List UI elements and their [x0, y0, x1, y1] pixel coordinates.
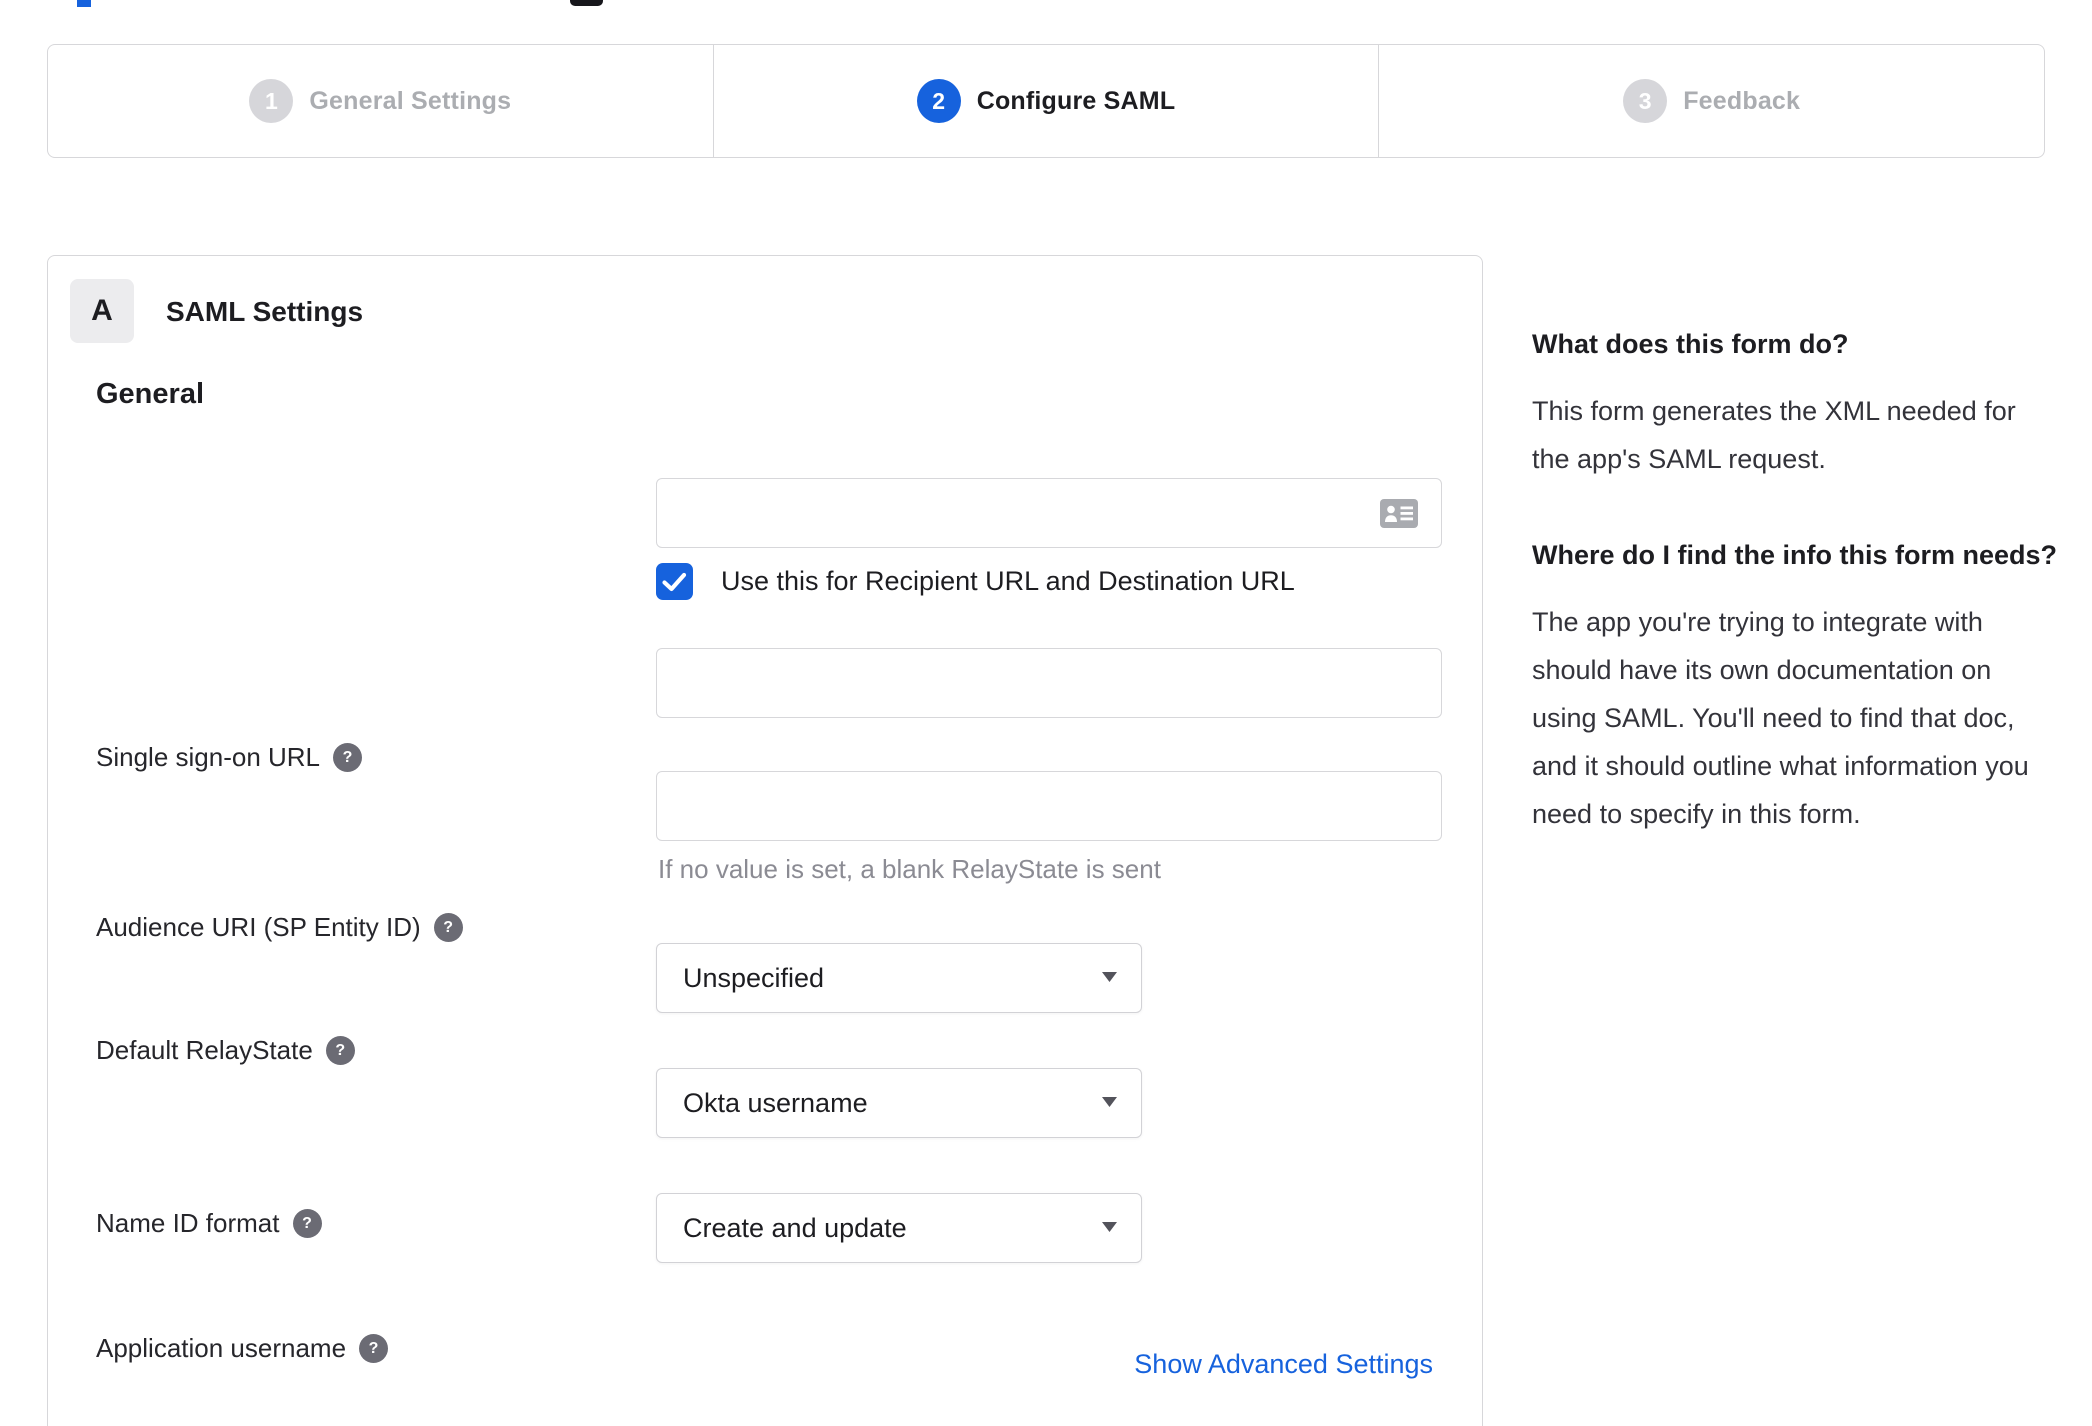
- help-heading-where: Where do I find the info this form needs…: [1532, 540, 2057, 570]
- chevron-down-icon: [1102, 1219, 1117, 1237]
- app-username-value: Okta username: [683, 1087, 868, 1118]
- recipient-url-checkbox-row: Use this for Recipient URL and Destinati…: [656, 563, 1295, 600]
- wizard-stepper: 1 General Settings 2 Configure SAML 3 Fe…: [47, 44, 2045, 158]
- saml-settings-panel: A SAML Settings General Single sign-on U…: [47, 255, 1483, 1426]
- step-feedback[interactable]: 3 Feedback: [1378, 45, 2044, 157]
- name-id-format-value: Unspecified: [683, 962, 825, 993]
- configure-saml-page: 1 General Settings 2 Configure SAML 3 Fe…: [0, 0, 2092, 1426]
- cutoff-app-logo: [570, 0, 603, 6]
- sso-url-label-text: Single sign-on URL: [96, 742, 321, 772]
- help-sidebar: What does this form do? This form genera…: [1532, 322, 2060, 838]
- step-2-circle: 2: [916, 79, 961, 123]
- app-username-label: Application username ?: [96, 1333, 389, 1364]
- chevron-down-icon: [1102, 969, 1117, 987]
- panel-title: SAML Settings: [166, 296, 364, 327]
- help-section-what: What does this form do? This form genera…: [1532, 322, 2060, 483]
- step-general-settings[interactable]: 1 General Settings: [48, 45, 713, 157]
- help-icon[interactable]: ?: [359, 1334, 389, 1363]
- recipient-url-checkbox-label: Use this for Recipient URL and Destinati…: [721, 566, 1295, 596]
- audience-uri-input[interactable]: [656, 648, 1442, 718]
- relay-state-label-text: Default RelayState: [96, 1035, 313, 1065]
- update-username-select[interactable]: Create and update: [656, 1193, 1142, 1263]
- relay-state-label: Default RelayState ?: [96, 1035, 355, 1066]
- audience-uri-label: Audience URI (SP Entity ID) ?: [96, 912, 463, 943]
- step-2-label: Configure SAML: [976, 86, 1176, 115]
- step-1-label: General Settings: [309, 86, 512, 115]
- step-3-label: Feedback: [1683, 86, 1801, 115]
- help-icon[interactable]: ?: [433, 913, 463, 942]
- app-username-select[interactable]: Okta username: [656, 1068, 1142, 1138]
- name-id-format-label: Name ID format ?: [96, 1208, 322, 1239]
- name-id-format-label-text: Name ID format: [96, 1208, 280, 1238]
- name-id-format-select[interactable]: Unspecified: [656, 943, 1142, 1013]
- cutoff-blue-element: [77, 0, 91, 7]
- general-group-heading: General: [96, 378, 204, 410]
- help-body-where: The app you're trying to integrate with …: [1532, 607, 2029, 829]
- step-configure-saml[interactable]: 2 Configure SAML: [712, 45, 1379, 157]
- help-icon[interactable]: ?: [292, 1209, 322, 1238]
- step-1-circle: 1: [249, 79, 294, 123]
- app-username-label-text: Application username: [96, 1333, 347, 1363]
- audience-uri-label-text: Audience URI (SP Entity ID): [96, 912, 421, 942]
- section-a-badge: A: [70, 279, 134, 343]
- help-icon[interactable]: ?: [325, 1036, 355, 1065]
- chevron-down-icon: [1102, 1094, 1117, 1112]
- help-heading-what: What does this form do?: [1532, 329, 1849, 359]
- relay-state-input[interactable]: [656, 771, 1442, 841]
- step-3-circle: 3: [1623, 79, 1668, 123]
- sso-url-label: Single sign-on URL ?: [96, 742, 363, 773]
- show-advanced-settings-link[interactable]: Show Advanced Settings: [1134, 1349, 1433, 1380]
- help-section-where: Where do I find the info this form needs…: [1532, 533, 2060, 838]
- help-body-what: This form generates the XML needed for t…: [1532, 396, 2016, 474]
- recipient-url-checkbox[interactable]: [656, 563, 693, 600]
- help-icon[interactable]: ?: [333, 743, 363, 772]
- relay-state-hint: If no value is set, a blank RelayState i…: [658, 854, 1161, 884]
- update-username-value: Create and update: [683, 1212, 907, 1243]
- sso-url-input[interactable]: [656, 478, 1442, 548]
